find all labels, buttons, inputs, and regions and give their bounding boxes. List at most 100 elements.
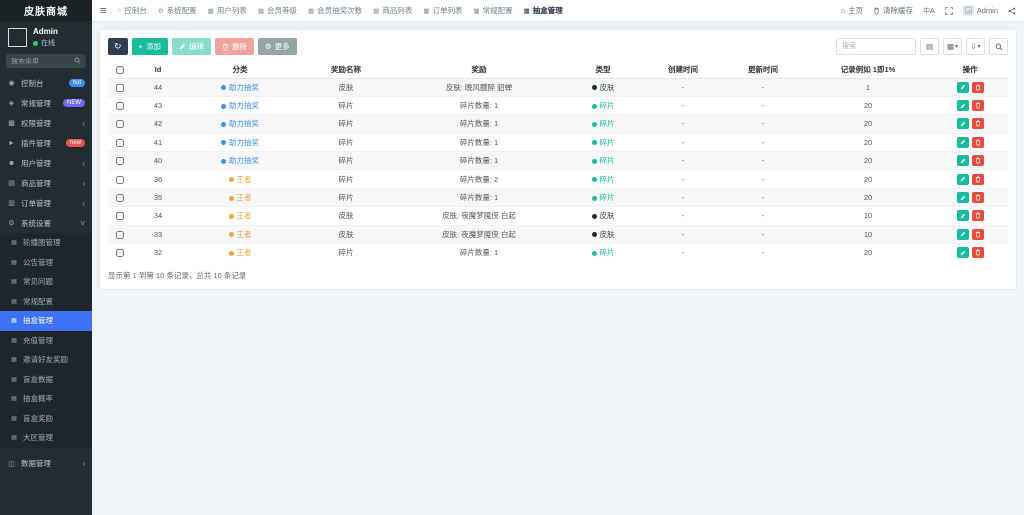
nav-tab[interactable]: ▦ 会员抽奖次数 bbox=[308, 5, 362, 16]
trash-icon bbox=[975, 157, 980, 164]
cell-id: 44 bbox=[132, 77, 184, 97]
export-button[interactable]: ⇩ ▾ bbox=[966, 38, 985, 55]
sidebar-subitem[interactable]: ▦ 大区管理 bbox=[0, 428, 92, 448]
row-checkbox[interactable] bbox=[116, 120, 124, 129]
tab-icon: ▦ bbox=[423, 7, 430, 15]
row-delete-button[interactable] bbox=[971, 228, 984, 240]
chevron-icon: ‹ bbox=[82, 118, 85, 128]
cell-ops bbox=[932, 132, 1008, 152]
row-edit-button[interactable] bbox=[956, 155, 969, 167]
row-delete-button[interactable] bbox=[971, 118, 984, 130]
card-view-button[interactable]: ▤ bbox=[920, 38, 939, 55]
row-delete-button[interactable] bbox=[971, 247, 984, 259]
row-delete-button[interactable] bbox=[971, 192, 984, 204]
nav-tab[interactable]: ▦ 抽盒管理 bbox=[524, 5, 563, 16]
cell-reward: 皮肤: 晚风醺醉 貂蝉 bbox=[396, 77, 562, 97]
row-delete-button[interactable] bbox=[971, 136, 984, 148]
sidebar-subitem[interactable]: ▦ 盲盒奖励 bbox=[0, 409, 92, 429]
row-delete-button[interactable] bbox=[971, 81, 984, 93]
sidebar-subitem[interactable]: ▦ 常规配置 bbox=[0, 292, 92, 312]
row-delete-button[interactable] bbox=[971, 210, 984, 222]
fullscreen-button[interactable] bbox=[945, 6, 953, 15]
add-button[interactable]: + 添加 bbox=[131, 38, 168, 55]
clear-cache-link[interactable]: 清除缓存 bbox=[873, 5, 913, 16]
sidebar-item[interactable]: ▥ 订单管理 ‹ bbox=[0, 193, 92, 213]
refresh-button[interactable]: ↻ bbox=[108, 38, 128, 55]
row-checkbox[interactable] bbox=[116, 175, 124, 184]
sidebar-subitem[interactable]: ▦ 抽盒管理 bbox=[0, 311, 92, 331]
nav-tab[interactable]: ▦ 订单列表 bbox=[423, 5, 462, 16]
translate-button[interactable]: 中A bbox=[923, 6, 935, 16]
row-delete-button[interactable] bbox=[971, 173, 984, 185]
nav-tab[interactable]: ▦ 用户列表 bbox=[208, 5, 247, 16]
row-checkbox[interactable] bbox=[116, 102, 124, 111]
row-edit-button[interactable] bbox=[956, 228, 969, 240]
sidebar-item[interactable]: ▩ 权限管理 ‹ bbox=[0, 113, 92, 133]
row-checkbox[interactable] bbox=[116, 212, 124, 221]
nav-tab[interactable]: ⚙ 系统配置 bbox=[158, 5, 197, 16]
share-settings-button[interactable] bbox=[1008, 7, 1016, 15]
delete-button[interactable]: 删除 bbox=[214, 38, 254, 55]
hamburger-icon[interactable]: ≡ bbox=[100, 5, 106, 17]
col-ratio: 记录例如 1即1% bbox=[804, 62, 932, 79]
row-edit-button[interactable] bbox=[956, 210, 969, 222]
cell-reward-name: 碎片 bbox=[296, 187, 396, 207]
sidebar-subitem[interactable]: ▦ 充值管理 bbox=[0, 331, 92, 351]
search-button[interactable] bbox=[989, 38, 1008, 55]
edit-button[interactable]: 编辑 bbox=[171, 38, 211, 55]
cell-updated: - bbox=[722, 151, 804, 170]
row-edit-button[interactable] bbox=[956, 81, 969, 93]
pencil-icon bbox=[960, 213, 965, 219]
row-edit-button[interactable] bbox=[956, 100, 969, 112]
sidebar-subitem[interactable]: ▦ 抽盒概率 bbox=[0, 389, 92, 409]
sidebar-item[interactable]: ⚙ 系统设置 ˅ bbox=[0, 213, 92, 233]
row-delete-button[interactable] bbox=[971, 100, 984, 112]
columns-button[interactable]: ▦ ▾ bbox=[943, 38, 962, 55]
row-checkbox[interactable] bbox=[116, 249, 124, 258]
sidebar-item[interactable]: ◉ 控制台 hot bbox=[0, 73, 92, 93]
more-button[interactable]: ⚙ 更多 bbox=[257, 38, 297, 55]
sidebar-subitem[interactable]: ▦ 常见问题 bbox=[0, 272, 92, 292]
avatar bbox=[962, 5, 974, 16]
select-all-checkbox[interactable] bbox=[116, 66, 124, 75]
row-edit-button[interactable] bbox=[956, 118, 969, 130]
nav-tab[interactable]: ▦ 常规配置 bbox=[473, 5, 512, 16]
row-checkbox[interactable] bbox=[116, 83, 124, 92]
nav-tab[interactable]: ▦ 会员等级 bbox=[258, 5, 297, 16]
sidebar-item-label: 插件管理 bbox=[21, 138, 51, 148]
search-icon[interactable] bbox=[74, 57, 81, 66]
nav-tab[interactable]: ▦ 商品列表 bbox=[373, 5, 412, 16]
type-label: 皮肤 bbox=[599, 82, 615, 92]
sidebar-subitem[interactable]: ▦ 公告管理 bbox=[0, 253, 92, 273]
row-edit-button[interactable] bbox=[956, 136, 969, 148]
sidebar-item[interactable]: ◈ 常规管理 NEW bbox=[0, 93, 92, 113]
sidebar-subitem[interactable]: ▦ 邀请好友奖励 bbox=[0, 350, 92, 370]
type-label: 碎片 bbox=[599, 101, 615, 111]
sidebar-search-input[interactable] bbox=[11, 57, 74, 65]
row-checkbox[interactable] bbox=[116, 230, 124, 239]
cell-id: 42 bbox=[132, 114, 184, 134]
table-search-input[interactable] bbox=[836, 38, 916, 55]
row-checkbox[interactable] bbox=[116, 157, 124, 166]
home-icon: ⌂ bbox=[840, 6, 846, 15]
row-edit-button[interactable] bbox=[956, 173, 969, 185]
nav-tab[interactable]: ⌂ 控制台 bbox=[117, 5, 146, 16]
home-link[interactable]: ⌂ 主页 bbox=[841, 5, 864, 16]
row-edit-button[interactable] bbox=[956, 192, 969, 204]
sidebar-subitem[interactable]: ▦ 轮播图管理 bbox=[0, 233, 92, 253]
row-checkbox[interactable] bbox=[116, 138, 124, 147]
sidebar-item[interactable]: ► 插件管理 new bbox=[0, 133, 92, 153]
user-menu-label: Admin bbox=[976, 6, 998, 15]
cell-type: 皮肤 bbox=[562, 77, 644, 97]
cell-category: 王者 bbox=[184, 169, 296, 189]
user-menu[interactable]: Admin bbox=[962, 5, 998, 16]
row-edit-button[interactable] bbox=[956, 247, 969, 259]
cell-category: 助力抽奖 bbox=[184, 132, 296, 152]
row-delete-button[interactable] bbox=[971, 155, 984, 167]
sidebar-item[interactable]: ◫ 数据管理 ‹ bbox=[0, 454, 92, 474]
sidebar-subitem-label: 充值管理 bbox=[23, 335, 53, 345]
row-checkbox[interactable] bbox=[116, 194, 124, 203]
sidebar-item[interactable]: ☻ 用户管理 ‹ bbox=[0, 153, 92, 173]
sidebar-subitem[interactable]: ▦ 盲盒数据 bbox=[0, 370, 92, 390]
sidebar-item[interactable]: ▤ 商品管理 ‹ bbox=[0, 173, 92, 193]
